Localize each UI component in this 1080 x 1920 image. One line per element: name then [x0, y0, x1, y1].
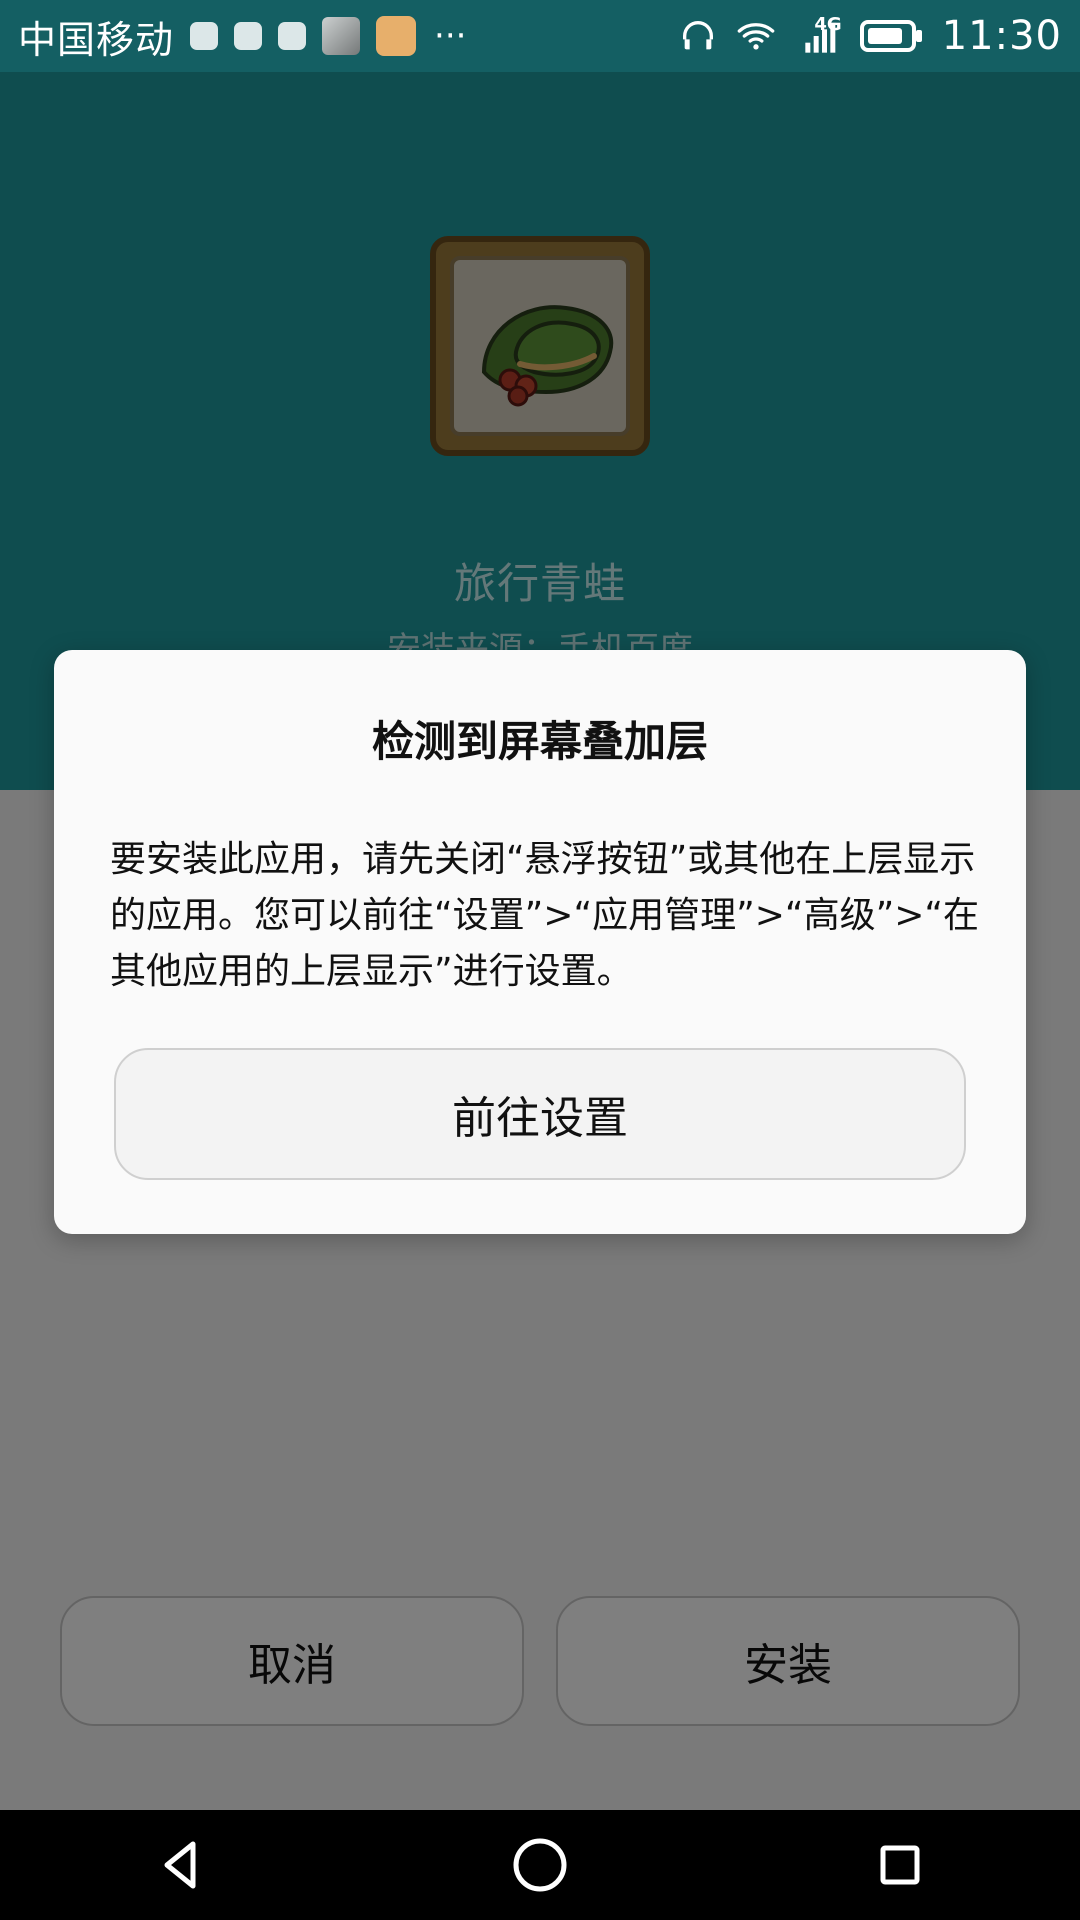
- dialog-message: 要安装此应用，请先关闭“悬浮按钮”或其他在上层显示的应用。您可以前往“设置”>“…: [110, 839, 980, 992]
- recents-button[interactable]: [857, 1822, 943, 1908]
- status-bar-left: 中国移动 ···: [18, 9, 466, 64]
- dialog-title: 检测到屏幕叠加层: [371, 717, 708, 766]
- home-circle-icon: [513, 1838, 567, 1892]
- headphones-icon: [682, 21, 713, 50]
- notification-icon: [234, 22, 263, 50]
- home-button[interactable]: [497, 1822, 583, 1908]
- back-button[interactable]: [137, 1822, 223, 1908]
- recents-square-icon: [880, 1845, 920, 1885]
- status-bar: 中国移动 ··· 4G 11:30: [0, 0, 1080, 72]
- cat-icon: [376, 16, 417, 56]
- more-notifications-icon: ···: [434, 16, 467, 56]
- overlay-warning-dialog: 检测到屏幕叠加层 要安装此应用，请先关闭“悬浮按钮”或其他在上层显示的应用。您可…: [54, 650, 1026, 1234]
- battery-icon: [859, 20, 922, 52]
- navigation-bar: [0, 1810, 1080, 1920]
- wifi-icon: [737, 23, 775, 50]
- clock: 11:30: [941, 13, 1062, 59]
- back-triangle-icon: [164, 1841, 196, 1889]
- go-to-settings-button[interactable]: 前往设置: [114, 1048, 966, 1180]
- carrier-name: 中国移动: [18, 17, 175, 62]
- signal-icon: [805, 22, 836, 53]
- status-bar-right: 4G 11:30: [678, 13, 1062, 59]
- gallery-icon: [322, 17, 361, 55]
- cellular-status: 4G: [794, 14, 842, 56]
- notification-icon: [278, 22, 307, 50]
- notification-icon: [190, 22, 219, 50]
